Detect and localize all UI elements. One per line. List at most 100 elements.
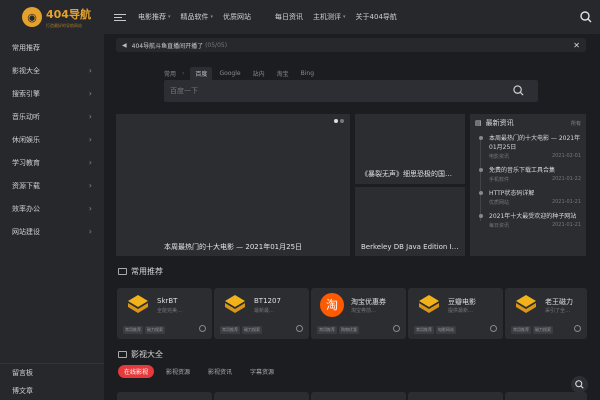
sidebar-nav: 常用推荐 影视大全 › 搜索引擎 › 音乐动听 › 休闲娱乐 › 学习教育 › 资源下载 ›… (0, 34, 104, 243)
sidebar-item-downloads[interactable]: 资源下载 › (0, 174, 104, 197)
tab-online-video[interactable]: 在线影视 (118, 365, 155, 378)
logo[interactable]: ◉ 404导航 打造最好的导航网站 (0, 0, 104, 34)
nav-sites[interactable]: 优质网站 (223, 12, 251, 22)
close-icon[interactable]: ✕ (573, 41, 580, 50)
sidebar-bottom: 留言板 博文章 (0, 363, 104, 400)
news-list: 本周最热门的十大电影 — 2021年01月25日 电影资讯 2021-02-01 … (475, 134, 581, 229)
info-icon[interactable] (199, 325, 206, 332)
menu-toggle-icon[interactable] (114, 13, 126, 21)
nav-movies[interactable]: 电影推荐 ▾ (138, 12, 171, 22)
site-card[interactable]: 淘 淘宝优惠券 淘宝券前… 常用推荐 购物优惠 (311, 288, 406, 339)
tag[interactable]: 常用推荐 (317, 326, 337, 334)
search-tab-taobao[interactable]: 淘宝 (272, 67, 294, 80)
chevron-right-icon: › (88, 204, 92, 213)
site-card[interactable]: BT1207 最新最… 常用推荐 磁力搜索 (214, 288, 309, 339)
sidebar-item-office[interactable]: 效率办公 › (0, 197, 104, 220)
carousel-dots (334, 119, 344, 123)
banner-side-top[interactable]: 《暴裂无声》细思恐极的国… (355, 114, 465, 184)
tag[interactable]: 磁力搜索 (145, 326, 165, 334)
chevron-down-icon: ▾ (210, 14, 214, 20)
news-title: 最新资讯 (485, 119, 514, 127)
tag[interactable]: 购物优惠 (339, 326, 359, 334)
video-tabs: 在线影视 影视资源 影视资讯 字幕资源 (118, 365, 286, 378)
tag[interactable]: 常用推荐 (511, 326, 531, 334)
sidebar-item-music[interactable]: 音乐动听 › (0, 105, 104, 128)
carousel-dot[interactable] (340, 119, 344, 123)
chevron-right-icon: › (88, 89, 92, 98)
sidebar-item-entertainment[interactable]: 休闲娱乐 › (0, 128, 104, 151)
logo-title: 404导航 (46, 7, 91, 21)
news-item[interactable]: 本周最热门的十大电影 — 2021年01月25日 电影资讯 2021-02-01 (475, 134, 581, 160)
banner-main[interactable]: 本周最热门的十大电影 — 2021年01月25日 (116, 114, 350, 256)
tag-icon (118, 268, 127, 275)
nav-news[interactable]: 每日资讯 (275, 12, 303, 22)
sidebar-item-movies[interactable]: 影视大全 › (0, 59, 104, 82)
floating-search-button[interactable] (571, 376, 588, 393)
site-card[interactable]: SkrBT 全能完美… 常用推荐 磁力搜索 (117, 288, 212, 339)
tag[interactable]: 电影网站 (436, 326, 456, 334)
news-item[interactable]: 免费的音乐下载工具合集 手机软件 2021-01-22 (475, 166, 581, 183)
news-item[interactable]: 2021年十大最受欢迎的种子网站 每日资讯 2021-01-21 (475, 212, 581, 229)
search-tab-site[interactable]: 站内 (248, 67, 270, 80)
info-icon[interactable] (574, 325, 581, 332)
search-input[interactable] (170, 87, 490, 95)
speaker-icon: ◀ (122, 41, 127, 49)
info-icon[interactable] (296, 325, 303, 332)
chevron-right-icon: › (182, 70, 185, 77)
info-icon[interactable] (393, 325, 400, 332)
box-icon (516, 295, 536, 313)
search-tab-baidu[interactable]: 百度 (190, 67, 213, 80)
top-header: 电影推荐 ▾ 精品软件 ▾ 优质网站 每日资讯 主机测评 ▾ 关于404导航 (104, 0, 600, 34)
site-card[interactable]: 老王磁力 采引了全… 常用推荐 磁力搜索 (505, 288, 587, 339)
site-card[interactable] (117, 392, 212, 400)
news-panel: ▤ 最新资讯 所有 本周最热门的十大电影 — 2021年01月25日 电影资讯 2… (470, 114, 586, 256)
search-tab-google[interactable]: Google (214, 68, 245, 79)
search-box (164, 80, 538, 102)
news-icon: ▤ (475, 119, 482, 127)
section-recommend-title: 常用推荐 (118, 266, 163, 277)
sidebar-item-webdev[interactable]: 网站建设 › (0, 220, 104, 243)
info-icon[interactable] (490, 325, 497, 332)
banner-side-bottom[interactable]: Berkeley DB Java Edition In… (355, 187, 465, 256)
search-tab-bing[interactable]: Bing (296, 68, 319, 79)
news-more-link[interactable]: 所有 (571, 120, 581, 127)
svg-text:淘: 淘 (326, 298, 338, 312)
site-card[interactable] (408, 392, 503, 400)
sidebar-item-education[interactable]: 学习教育 › (0, 151, 104, 174)
chevron-right-icon: › (88, 66, 92, 75)
logo-subtitle: 打造最好的导航网站 (46, 22, 82, 28)
sidebar-item-recommend[interactable]: 常用推荐 (0, 36, 104, 59)
search-tabs: 常用 › 百度 Google 站内 淘宝 Bing (164, 67, 321, 80)
banner-main-caption: 本周最热门的十大电影 — 2021年01月25日 (163, 243, 303, 251)
banner-side-top-caption: 《暴裂无声》细思恐极的国… (361, 170, 452, 178)
tag[interactable]: 常用推荐 (123, 326, 143, 334)
notice-bar[interactable]: ◀ 404导航斗鱼直播间开播了 (05/05) ✕ (116, 38, 586, 52)
nav-about[interactable]: 关于404导航 (356, 12, 397, 22)
chevron-right-icon: › (88, 112, 92, 121)
sidebar-item-blog[interactable]: 博文章 (0, 382, 104, 400)
sidebar-item-search-engines[interactable]: 搜索引擎 › (0, 82, 104, 105)
tab-video-news[interactable]: 影视资讯 (202, 365, 238, 378)
site-card[interactable]: 豆瓣电影 提供最新… 常用推荐 电影网站 (408, 288, 503, 339)
tag[interactable]: 常用推荐 (220, 326, 240, 334)
sidebar-item-guestbook[interactable]: 留言板 (0, 364, 104, 382)
tag[interactable]: 常用推荐 (414, 326, 434, 334)
nav-software[interactable]: 精品软件 ▾ (181, 12, 214, 22)
chevron-right-icon: › (88, 181, 92, 190)
search-submit-icon[interactable] (513, 85, 524, 96)
site-card[interactable] (214, 392, 309, 400)
news-item[interactable]: HTTP状态码详解 优质网站 2021-01-21 (475, 189, 581, 206)
search-icon (575, 380, 584, 389)
tab-subtitles[interactable]: 字幕资源 (244, 365, 280, 378)
carousel-dot[interactable] (334, 119, 338, 123)
notice-text[interactable]: 404导航斗鱼直播间开播了 (132, 41, 203, 50)
search-group-label[interactable]: 常用 (164, 69, 176, 78)
tag[interactable]: 磁力搜索 (242, 326, 262, 334)
site-card[interactable] (311, 392, 406, 400)
site-card[interactable] (505, 392, 587, 400)
box-icon (419, 295, 439, 313)
tag[interactable]: 磁力搜索 (533, 326, 553, 334)
search-icon[interactable] (580, 11, 592, 23)
nav-host-review[interactable]: 主机测评 ▾ (313, 12, 346, 22)
tab-video-resources[interactable]: 影视资源 (160, 365, 196, 378)
